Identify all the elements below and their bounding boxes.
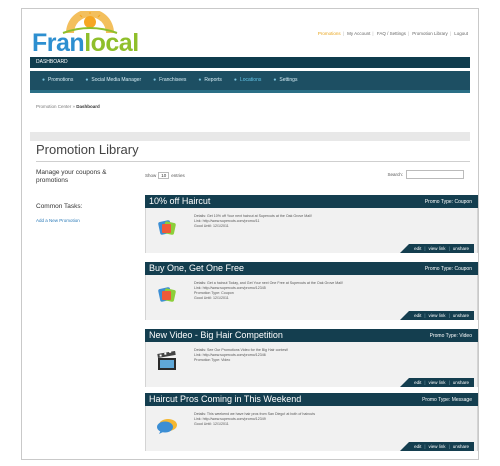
promotion-title[interactable]: New Video - Big Hair Competition bbox=[149, 330, 283, 340]
promotion-details: Details: See Our Promotions Video for th… bbox=[194, 348, 288, 363]
search-control: Search: bbox=[387, 170, 464, 179]
promotion-type: Promo Type: Coupon bbox=[424, 199, 472, 205]
nav-bullet-icon: ● bbox=[42, 77, 46, 83]
search-label: Search: bbox=[387, 172, 403, 177]
toplink-promotions[interactable]: Promotions bbox=[318, 31, 341, 36]
logo-wordmark: Franlocal bbox=[32, 29, 139, 57]
breadcrumb: Promotion Center » Dashboard bbox=[36, 104, 100, 109]
detail-line: Good Until: 12/1/2011 bbox=[194, 422, 229, 426]
promotion-title[interactable]: Haircut Pros Coming in This Weekend bbox=[149, 394, 301, 404]
nav-bullet-icon: ● bbox=[233, 77, 237, 83]
nav-item-locations[interactable]: ● Locations bbox=[234, 77, 261, 83]
promotion-type: Promo Type: Coupon bbox=[424, 266, 472, 272]
message-icon bbox=[157, 419, 177, 434]
nav-item-social-media-manager[interactable]: ● Social Media Manager bbox=[85, 77, 141, 83]
video-icon bbox=[157, 351, 176, 370]
common-tasks-heading: Common Tasks: bbox=[36, 203, 83, 210]
toplink-my-account[interactable]: My Account bbox=[347, 31, 370, 36]
unshare-link[interactable]: unshare bbox=[453, 246, 469, 251]
promotion-actions: edit | view link | unshare bbox=[400, 442, 474, 451]
coupon-icon bbox=[158, 220, 176, 235]
app-window: Franlocal Promotions | My Account | FAQ / … bbox=[21, 8, 479, 460]
promotion-body: Details: See Our Promotions Video for th… bbox=[145, 342, 478, 387]
promotion-card: Haircut Pros Coming in This Weekend Prom… bbox=[145, 393, 478, 459]
breadcrumb-current: Dashboard bbox=[76, 104, 100, 109]
promotion-actions: edit | view link | unshare bbox=[400, 244, 474, 253]
breadcrumb-prefix[interactable]: Promotion Center » bbox=[36, 104, 76, 109]
promotion-actions: edit | view link | unshare bbox=[400, 378, 474, 387]
page-title: Promotion Library bbox=[36, 142, 139, 157]
promotion-details: Details: Get a haircut Today, and Get Yo… bbox=[194, 281, 343, 301]
nav-bullet-icon: ● bbox=[85, 77, 89, 83]
toplink-promotion-library[interactable]: Promotion Library bbox=[412, 31, 448, 36]
entries-control: Show 10 entries bbox=[145, 172, 185, 179]
nav-bullet-icon: ● bbox=[198, 77, 202, 83]
promotion-type: Promo Type: Message bbox=[422, 397, 472, 403]
view-link-link[interactable]: view link bbox=[429, 246, 446, 251]
unshare-link[interactable]: unshare bbox=[453, 380, 469, 385]
nav-bullet-icon: ● bbox=[153, 77, 157, 83]
detail-line: Promotion Type: Video bbox=[194, 358, 231, 362]
unshare-link[interactable]: unshare bbox=[453, 444, 469, 449]
search-input[interactable] bbox=[406, 170, 464, 179]
franlocal-logo[interactable]: Franlocal bbox=[32, 11, 152, 57]
title-band bbox=[30, 132, 470, 141]
promotion-header: Haircut Pros Coming in This Weekend Prom… bbox=[145, 393, 478, 406]
promotion-type: Promo Type: Video bbox=[429, 333, 472, 339]
nav-item-promotions[interactable]: ● Promotions bbox=[42, 77, 73, 83]
entries-label: entries bbox=[171, 173, 185, 178]
view-link-link[interactable]: view link bbox=[429, 444, 446, 449]
nav-divider bbox=[30, 90, 470, 93]
view-link-link[interactable]: view link bbox=[429, 313, 446, 318]
entries-select[interactable]: 10 bbox=[158, 172, 170, 179]
dashboard-bar: DASHBOARD bbox=[30, 57, 470, 68]
edit-link[interactable]: edit bbox=[414, 246, 421, 251]
promotion-card: New Video - Big Hair Competition Promo T… bbox=[145, 329, 478, 396]
detail-line: Good Until: 12/1/2011 bbox=[194, 296, 229, 300]
sidebar: Manage your coupons & promotions Common … bbox=[36, 169, 131, 223]
unshare-link[interactable]: unshare bbox=[453, 313, 469, 318]
nav-item-settings[interactable]: ● Settings bbox=[273, 77, 297, 83]
promotion-title[interactable]: 10% off Haircut bbox=[149, 196, 210, 206]
promotion-card: 10% off Haircut Promo Type: Coupon Detai… bbox=[145, 195, 478, 262]
sidebar-description: Manage your coupons & promotions bbox=[36, 169, 107, 184]
promotion-header: Buy One, Get One Free Promo Type: Coupon bbox=[145, 262, 478, 275]
dashboard-label[interactable]: DASHBOARD bbox=[36, 59, 68, 65]
nav-bullet-icon: ● bbox=[273, 77, 277, 83]
edit-link[interactable]: edit bbox=[414, 380, 421, 385]
top-links: Promotions | My Account | FAQ / Settings | … bbox=[317, 31, 468, 36]
promotion-body: Details: Get a haircut Today, and Get Yo… bbox=[145, 275, 478, 320]
toplink-logout[interactable]: Logout bbox=[454, 31, 468, 36]
promotion-actions: edit | view link | unshare bbox=[400, 311, 474, 320]
promotion-header: New Video - Big Hair Competition Promo T… bbox=[145, 329, 478, 342]
edit-link[interactable]: edit bbox=[414, 313, 421, 318]
main-nav: ● Promotions ● Social Media Manager ● Franc… bbox=[30, 71, 470, 93]
promotion-card: Buy One, Get One Free Promo Type: Coupon… bbox=[145, 262, 478, 329]
promotion-body: Details: Get 10% off Your next haircut a… bbox=[145, 208, 478, 253]
coupon-icon bbox=[158, 287, 176, 302]
detail-line: Good Until: 12/1/2011 bbox=[194, 224, 229, 228]
nav-item-franchisees[interactable]: ● Franchisees bbox=[153, 77, 186, 83]
promotion-details: Details: Get 10% off Your next haircut a… bbox=[194, 214, 312, 229]
show-label: Show bbox=[145, 173, 157, 178]
add-promotion-link[interactable]: Add a New Promotion bbox=[36, 218, 131, 223]
promotion-title[interactable]: Buy One, Get One Free bbox=[149, 263, 244, 273]
toplink-faq-settings[interactable]: FAQ / Settings bbox=[377, 31, 406, 36]
nav-item-reports[interactable]: ● Reports bbox=[198, 77, 222, 83]
title-divider bbox=[36, 161, 470, 162]
promotion-details: Details: This weekend we have hair pros … bbox=[194, 412, 315, 427]
promotion-body: Details: This weekend we have hair pros … bbox=[145, 406, 478, 451]
view-link-link[interactable]: view link bbox=[429, 380, 446, 385]
edit-link[interactable]: edit bbox=[414, 444, 421, 449]
promotion-header: 10% off Haircut Promo Type: Coupon bbox=[145, 195, 478, 208]
